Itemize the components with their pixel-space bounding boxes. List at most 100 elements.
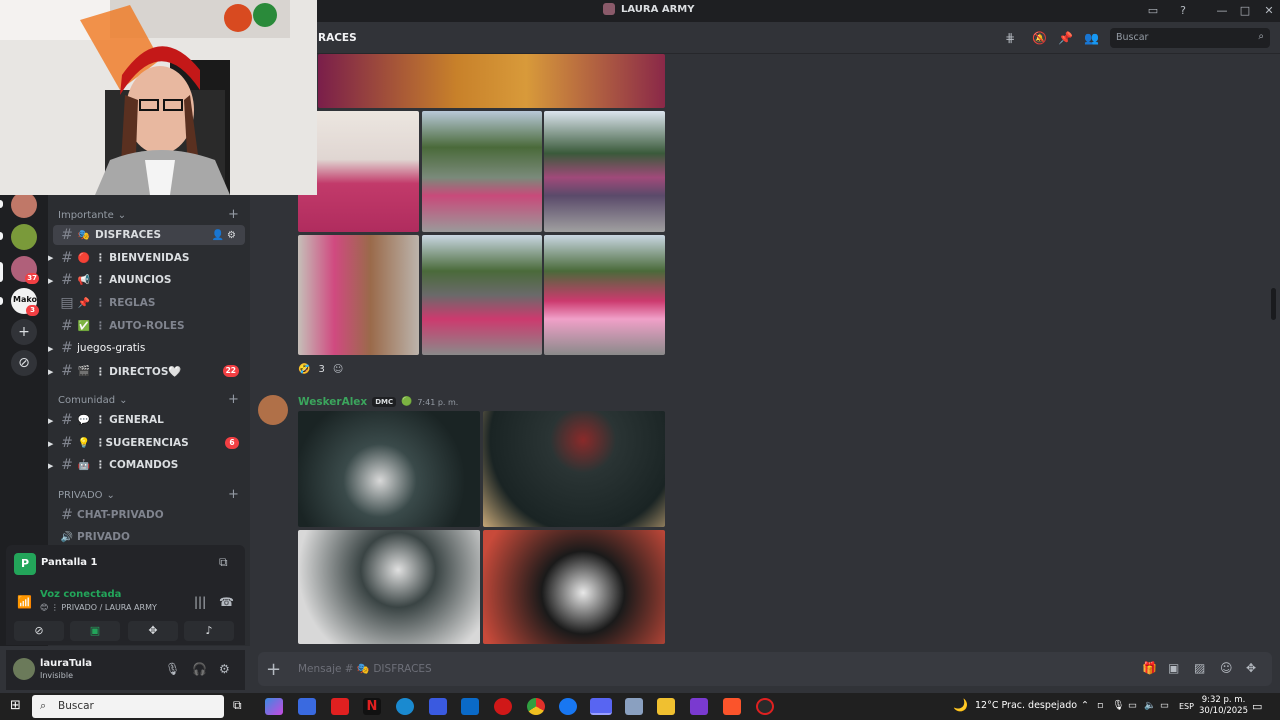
channel-reglas[interactable]: ▤ 📌 ⋮ REGLAS	[53, 293, 245, 313]
headphones-icon[interactable]: 🎧	[192, 662, 207, 676]
add-server-icon[interactable]: +	[11, 319, 37, 345]
brave-icon[interactable]	[723, 698, 741, 715]
gif-icon[interactable]: ▣	[1168, 661, 1179, 675]
avatar[interactable]	[258, 395, 288, 425]
signal-icon[interactable]: 📶	[17, 595, 32, 609]
image-attachment[interactable]	[422, 111, 542, 232]
weather-moon-icon[interactable]: 🌙	[953, 698, 968, 712]
taskbar-search-input[interactable]: ⌕ Buscar	[32, 695, 224, 718]
avatar[interactable]	[13, 658, 35, 680]
image-attachment[interactable]	[318, 54, 665, 108]
discord-icon[interactable]	[590, 698, 612, 715]
laughing-emoji-icon[interactable]: 🤣	[298, 364, 310, 375]
add-channel-icon[interactable]: +	[228, 392, 239, 407]
app-icon[interactable]	[690, 698, 708, 715]
notifications-icon[interactable]: ▭	[1252, 700, 1262, 713]
volume-icon[interactable]: 🔈	[1144, 700, 1156, 711]
facebook-icon[interactable]	[559, 698, 577, 715]
netflix-icon[interactable]: N	[363, 698, 381, 715]
threads-icon[interactable]: ⋕	[1005, 31, 1015, 45]
apps-icon[interactable]: ✥	[1246, 661, 1256, 675]
discover-icon[interactable]: ⊘	[11, 350, 37, 376]
screen-icon[interactable]: ▭	[1145, 3, 1161, 19]
image-attachment[interactable]	[483, 411, 665, 527]
add-channel-icon[interactable]: +	[228, 207, 239, 222]
server-icon-laura-army[interactable]: 37	[11, 256, 39, 284]
channel-privado-voice[interactable]: 🔊 PRIVADO	[53, 527, 245, 547]
server-icon-2[interactable]	[11, 224, 37, 250]
battery-icon[interactable]: ▭	[1160, 700, 1169, 711]
member-list-icon[interactable]: 👥	[1084, 31, 1099, 45]
share-screen-button[interactable]: ▣	[70, 621, 120, 641]
bluesky-icon[interactable]	[429, 698, 447, 715]
category-importante[interactable]: Importante ⌄	[58, 210, 126, 221]
windows-start-icon[interactable]: ⊞	[10, 698, 21, 713]
channel-juegos-gratis[interactable]: # juegos-gratis	[53, 338, 245, 358]
image-attachment[interactable]	[298, 235, 419, 355]
task-view-icon[interactable]: ⧉	[233, 698, 242, 713]
microphone-icon[interactable]: 🎙	[165, 662, 180, 676]
pinned-icon[interactable]: 📌	[1058, 31, 1073, 45]
edge-icon[interactable]	[396, 698, 414, 715]
category-privado[interactable]: PRIVADO ⌄	[58, 490, 115, 501]
server-logo-icon	[603, 3, 615, 15]
help-icon[interactable]: ?	[1175, 3, 1191, 19]
chrome-icon[interactable]	[527, 698, 545, 715]
clock[interactable]: 9:32 p. m. 30/10/2025	[1199, 695, 1248, 717]
search-input[interactable]: Buscar ⌕	[1110, 28, 1270, 48]
channel-directos[interactable]: # 🎬 ⋮ DIRECTOS🤍 22	[53, 361, 245, 381]
app-icon[interactable]	[625, 698, 643, 715]
outlook-icon[interactable]	[461, 698, 479, 715]
settings-gear-icon[interactable]: ⚙	[219, 662, 230, 676]
attach-plus-icon[interactable]: +	[266, 659, 281, 680]
channel-chat-privado[interactable]: # CHAT-PRIVADO	[53, 505, 245, 525]
gift-icon[interactable]: 🎁	[1142, 661, 1157, 675]
channel-general[interactable]: # 💬 ⋮ GENERAL	[53, 410, 245, 430]
channel-auto-roles[interactable]: # ✅ ⋮ AUTO-ROLES	[53, 316, 245, 336]
image-attachment[interactable]	[298, 411, 480, 527]
category-comunidad[interactable]: Comunidad ⌄	[58, 395, 128, 406]
add-channel-icon[interactable]: +	[228, 487, 239, 502]
hash-icon: #	[61, 435, 73, 451]
close-icon[interactable]: ✕	[1261, 3, 1277, 19]
server-icon-1[interactable]	[11, 192, 37, 218]
noise-suppression-icon[interactable]: |||	[194, 595, 206, 609]
image-attachment[interactable]	[298, 530, 480, 644]
file-explorer-icon[interactable]	[657, 698, 675, 715]
image-attachment[interactable]	[422, 235, 542, 355]
chevron-up-icon[interactable]: ⌃	[1081, 700, 1089, 711]
emoji-icon[interactable]: ☺	[1220, 661, 1233, 675]
network-icon[interactable]: ▭	[1128, 700, 1137, 711]
channel-sugerencias[interactable]: # 💡 ⋮SUGERENCIAS 6	[53, 433, 245, 453]
copilot-icon[interactable]	[265, 698, 283, 715]
hash-icon: #	[61, 272, 73, 288]
add-reaction-icon[interactable]: ☺	[333, 364, 343, 375]
channel-bienvenidas[interactable]: # 🔴 ⋮ BIENVENIDAS	[53, 248, 245, 268]
scrollbar-thumb[interactable]	[1271, 288, 1276, 320]
channel-disfraces[interactable]: # 🎭 DISFRACES 👤⚙	[53, 225, 245, 245]
opera-icon[interactable]	[494, 698, 512, 715]
popout-icon[interactable]: ⧉	[219, 555, 228, 570]
channel-anuncios[interactable]: # 📢 ⋮ ANUNCIOS	[53, 270, 245, 290]
server-icon-mako[interactable]: Mako 3	[11, 288, 39, 316]
disconnect-icon[interactable]: ☎	[219, 595, 234, 609]
obs-icon[interactable]	[756, 698, 774, 715]
soundboard-button[interactable]: ♪	[184, 621, 234, 641]
notifications-muted-icon[interactable]: 🔕	[1032, 31, 1047, 45]
message-composer[interactable]: + Mensaje # 🎭 DISFRACES 🎁 ▣ ▨ ☺ ✥	[258, 652, 1272, 686]
image-attachment[interactable]	[544, 111, 665, 232]
image-attachment[interactable]	[544, 235, 665, 355]
camera-off-button[interactable]: ⊘	[14, 621, 64, 641]
invite-settings-icons[interactable]: 👤⚙	[212, 230, 239, 241]
channel-comandos[interactable]: # 🤖 ⋮ COMANDOS	[53, 455, 245, 475]
sticker-icon[interactable]: ▨	[1194, 661, 1205, 675]
search-icon: ⌕	[40, 699, 47, 712]
tray-app-icon[interactable]: ▫	[1097, 700, 1103, 711]
youtube-icon[interactable]	[331, 698, 349, 715]
maximize-icon[interactable]: □	[1237, 3, 1253, 19]
minimize-icon[interactable]: —	[1214, 3, 1230, 19]
microphone-tray-icon[interactable]: 🎙	[1112, 700, 1124, 711]
activities-button[interactable]: ✥	[128, 621, 178, 641]
store-icon[interactable]	[298, 698, 316, 715]
image-attachment[interactable]	[483, 530, 665, 644]
